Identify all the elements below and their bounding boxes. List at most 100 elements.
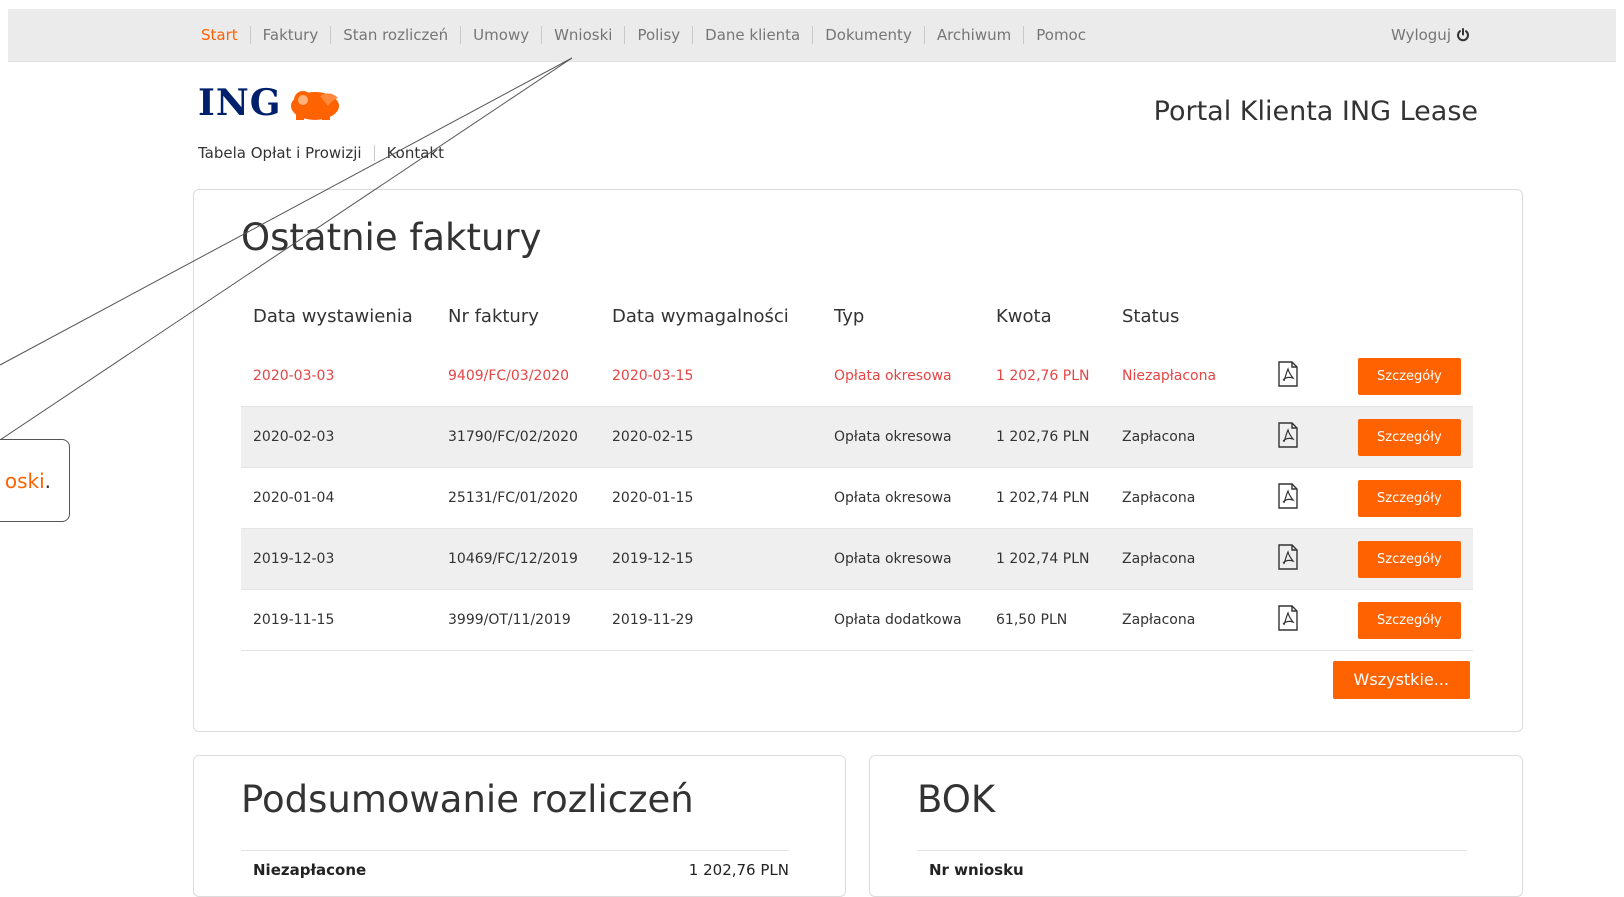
cell-number: 25131/FC/01/2020 <box>436 467 600 529</box>
settlement-summary-panel: Podsumowanie rozliczeń Niezapłacone 1 20… <box>193 755 846 897</box>
pdf-icon[interactable] <box>1277 422 1299 452</box>
column-header-number: Nr faktury <box>448 305 539 327</box>
cell-status: Zapłacona <box>1110 467 1265 529</box>
logout-label: Wyloguj <box>1391 26 1451 44</box>
nav-divider <box>812 26 814 44</box>
cell-pdf <box>1265 528 1346 590</box>
cell-due: 2019-11-29 <box>600 589 822 651</box>
nav-divider <box>460 26 462 44</box>
details-button[interactable]: Szczegóły <box>1358 357 1461 395</box>
settlement-summary-title: Podsumowanie rozliczeń <box>241 778 694 821</box>
callout-tail-text: . <box>44 468 51 493</box>
details-button[interactable]: Szczegóły <box>1358 540 1461 578</box>
cell-due: 2020-02-15 <box>600 406 822 468</box>
cell-issued: 2020-02-03 <box>241 406 436 468</box>
cell-pdf <box>1265 589 1346 651</box>
callout-highlight-text: oski <box>4 468 45 493</box>
nav-divider <box>923 26 925 44</box>
cell-status: Niezapłacona <box>1110 346 1265 407</box>
nav-item-stan-rozliczen[interactable]: Stan rozliczeń <box>343 26 448 44</box>
pdf-icon[interactable] <box>1277 605 1299 635</box>
nav-item-pomoc[interactable]: Pomoc <box>1036 26 1086 44</box>
details-button[interactable]: Szczegóły <box>1358 418 1461 456</box>
column-header-issued: Data wystawienia <box>253 305 413 327</box>
cell-due: 2019-12-15 <box>600 528 822 590</box>
cell-number: 3999/OT/11/2019 <box>436 589 600 651</box>
cell-number: 10469/FC/12/2019 <box>436 528 600 590</box>
column-header-type: Typ <box>834 305 865 327</box>
cell-status: Zapłacona <box>1110 406 1265 468</box>
cell-type: Opłata okresowa <box>822 467 984 529</box>
contact-link[interactable]: Kontakt <box>387 144 444 162</box>
logout-button[interactable]: Wyloguj <box>1391 9 1470 61</box>
summary-row: Niezapłacone 1 202,76 PLN <box>241 850 789 891</box>
lion-icon <box>290 91 339 120</box>
nav-item-polisy[interactable]: Polisy <box>637 26 680 44</box>
power-icon <box>1457 28 1469 42</box>
pdf-icon[interactable] <box>1277 361 1299 391</box>
cell-pdf <box>1265 406 1346 468</box>
cell-type: Opłata okresowa <box>822 346 984 407</box>
cell-number: 9409/FC/03/2020 <box>436 346 600 407</box>
cell-pdf <box>1265 467 1346 529</box>
cell-amount: 1 202,76 PLN <box>984 406 1110 468</box>
divider <box>373 145 375 161</box>
nav-divider <box>624 26 626 44</box>
cell-actions: Szczegóły <box>1346 346 1473 407</box>
table-header-row: Data wystawienia Nr faktury Data wymagal… <box>241 286 1473 346</box>
callout-tooltip: oski. <box>0 439 70 522</box>
logo-text: ING <box>198 82 282 124</box>
main-nav: Start Faktury Stan rozliczeń Umowy Wnioski Po… <box>201 9 1086 61</box>
top-nav-bar: Start Faktury Stan rozliczeń Umowy Wnioski Po… <box>8 9 1616 62</box>
cell-amount: 1 202,74 PLN <box>984 528 1110 590</box>
cell-actions: Szczegóły <box>1346 589 1473 651</box>
cell-due: 2020-03-15 <box>600 346 822 407</box>
nav-item-start[interactable]: Start <box>201 26 238 44</box>
nav-divider <box>249 26 251 44</box>
all-invoices-button[interactable]: Wszystkie... <box>1332 661 1470 699</box>
cell-number: 31790/FC/02/2020 <box>436 406 600 468</box>
column-header-amount: Kwota <box>996 305 1052 327</box>
nav-item-dane-klienta[interactable]: Dane klienta <box>705 26 800 44</box>
nav-item-wnioski[interactable]: Wnioski <box>554 26 612 44</box>
header-sublinks: Tabela Opłat i Prowizji Kontakt <box>198 144 444 162</box>
cell-amount: 1 202,76 PLN <box>984 346 1110 407</box>
cell-issued: 2020-03-03 <box>241 346 436 407</box>
details-button[interactable]: Szczegóły <box>1358 479 1461 517</box>
cell-type: Opłata dodatkowa <box>822 589 984 651</box>
nav-item-dokumenty[interactable]: Dokumenty <box>825 26 912 44</box>
pdf-icon[interactable] <box>1277 544 1299 574</box>
cell-type: Opłata okresowa <box>822 406 984 468</box>
column-header-pdf <box>1265 286 1346 346</box>
nav-item-faktury[interactable]: Faktury <box>263 26 319 44</box>
table-row: 2020-03-03 9409/FC/03/2020 2020-03-15 Opłat… <box>241 346 1473 407</box>
recent-invoices-panel: Ostatnie faktury Data wystawienia Nr fak… <box>193 189 1523 732</box>
cell-status: Zapłacona <box>1110 589 1265 651</box>
ing-logo[interactable]: ING <box>198 82 344 124</box>
invoices-table: Data wystawienia Nr faktury Data wymagal… <box>241 286 1473 651</box>
column-header-actions <box>1346 286 1473 346</box>
nav-item-umowy[interactable]: Umowy <box>473 26 529 44</box>
cell-issued: 2020-01-04 <box>241 467 436 529</box>
nav-divider <box>692 26 694 44</box>
cell-amount: 61,50 PLN <box>984 589 1110 651</box>
cell-due: 2020-01-15 <box>600 467 822 529</box>
table-row: 2019-11-15 3999/OT/11/2019 2019-11-29 Opłat… <box>241 589 1473 651</box>
pdf-icon[interactable] <box>1277 483 1299 513</box>
nav-divider <box>1023 26 1025 44</box>
nav-divider <box>541 26 543 44</box>
nav-item-archiwum[interactable]: Archiwum <box>937 26 1011 44</box>
cell-pdf <box>1265 346 1346 407</box>
table-row: 2020-02-03 31790/FC/02/2020 2020-02-15 Opła… <box>241 406 1473 468</box>
bok-row: Nr wniosku <box>917 850 1467 891</box>
cell-actions: Szczegóły <box>1346 467 1473 529</box>
column-header-due: Data wymagalności <box>612 305 789 327</box>
bok-title: BOK <box>917 778 996 821</box>
bok-panel: BOK Nr wniosku <box>869 755 1523 897</box>
fees-table-link[interactable]: Tabela Opłat i Prowizji <box>198 144 362 162</box>
cell-issued: 2019-12-03 <box>241 528 436 590</box>
cell-issued: 2019-11-15 <box>241 589 436 651</box>
table-row: 2020-01-04 25131/FC/01/2020 2020-01-15 Opła… <box>241 467 1473 529</box>
details-button[interactable]: Szczegóły <box>1358 601 1461 639</box>
nav-divider <box>330 26 332 44</box>
